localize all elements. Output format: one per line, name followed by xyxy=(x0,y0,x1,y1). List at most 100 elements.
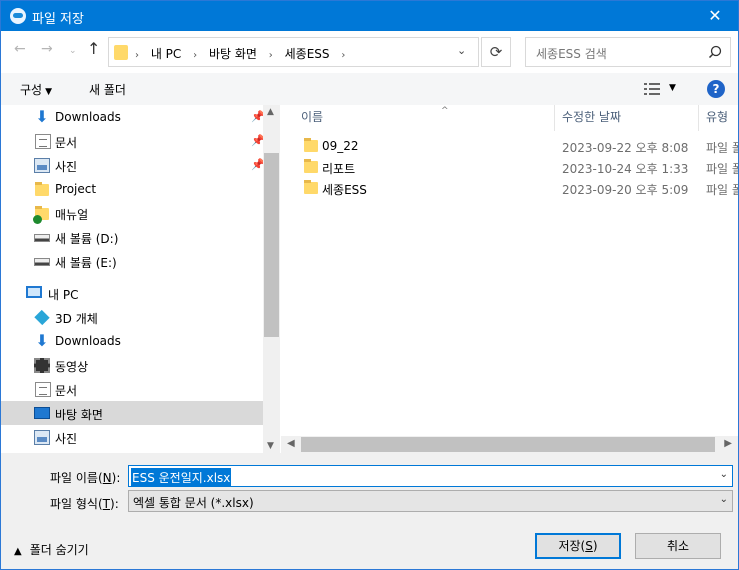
sync-check-icon xyxy=(33,215,42,224)
column-name-label: 이름 xyxy=(301,110,324,124)
breadcrumb-separator[interactable]: › xyxy=(341,50,345,61)
filetype-select[interactable]: 엑셀 통합 문서 (*.xlsx) ⌄ xyxy=(128,490,733,512)
new-folder-button[interactable]: 새 폴더 xyxy=(89,81,126,98)
view-caret-down-icon[interactable]: ▼ xyxy=(669,83,676,93)
search-input[interactable]: 세종ESS 검색 xyxy=(525,37,731,67)
tree-item-downloads[interactable]: ⬇ Downloads xyxy=(1,329,263,353)
tree-item-3d-objects[interactable]: 3D 개체 xyxy=(1,305,263,329)
tree-item-label: 3D 개체 xyxy=(55,312,98,326)
tree-item-documents[interactable]: 문서 xyxy=(1,377,263,401)
column-divider[interactable] xyxy=(698,105,699,131)
forward-button[interactable]: → xyxy=(41,41,53,57)
breadcrumb-item-desktop[interactable]: 바탕 화면 xyxy=(209,47,257,61)
file-name: 세종ESS xyxy=(322,183,367,197)
navigation-bar: ← → ⌄ ↑ › 내 PC › 바탕 화면 › 세종ESS › ⌄ ⟳ 세종E… xyxy=(1,31,738,73)
save-button[interactable]: 저장(S) xyxy=(535,533,621,559)
breadcrumb-item-this-pc[interactable]: 내 PC xyxy=(151,47,181,61)
tree-item-label: 바탕 화면 xyxy=(55,408,103,422)
breadcrumb: › 내 PC › 바탕 화면 › 세종ESS › xyxy=(135,45,353,62)
tree-item-label: 매뉴얼 xyxy=(55,208,89,222)
filetype-dropdown-chevron-icon[interactable]: ⌄ xyxy=(720,494,728,505)
list-item[interactable]: 09_22 2023-09-22 오후 8:08 파일 폴더 xyxy=(281,136,738,157)
column-header-name[interactable]: 이름 ^ xyxy=(301,105,554,131)
organize-menu-button[interactable]: 구성 ▼ xyxy=(20,81,52,98)
download-icon: ⬇ xyxy=(35,107,49,126)
address-dropdown-chevron-icon[interactable]: ⌄ xyxy=(457,44,466,57)
file-type: 파일 폴더 xyxy=(706,141,738,155)
refresh-button[interactable]: ⟳ xyxy=(481,37,511,67)
tree-item-downloads-quick[interactable]: ⬇ Downloads 📌 xyxy=(1,105,264,129)
search-icon[interactable] xyxy=(708,45,722,59)
filename-field[interactable]: ESS 운전일지.xlsx ⌄ xyxy=(128,465,733,487)
document-icon xyxy=(35,134,51,149)
scroll-down-arrow-icon[interactable]: ▼ xyxy=(267,441,274,451)
tree-item-label: 새 볼륨 (E:) xyxy=(55,256,117,270)
up-folder-button[interactable]: ↑ xyxy=(87,39,100,58)
cancel-button[interactable]: 취소 xyxy=(635,533,721,559)
scroll-left-arrow-icon[interactable]: ◀ xyxy=(287,438,295,449)
tree-item-this-pc[interactable]: 내 PC xyxy=(1,281,263,305)
tree-item-pictures[interactable]: 사진 xyxy=(1,425,263,449)
filetype-accelerator: T xyxy=(102,497,111,511)
caret-down-icon: ▼ xyxy=(45,87,53,97)
tree-item-desktop[interactable]: 바탕 화면 xyxy=(1,401,263,425)
navigation-scrollbar[interactable]: ▲ ▼ xyxy=(263,105,280,453)
file-list[interactable]: 이름 ^ 수정한 날짜 유형 09_22 2023-09-22 오후 8:08 … xyxy=(281,105,738,453)
breadcrumb-separator: › xyxy=(268,50,273,61)
help-icon[interactable]: ? xyxy=(707,80,725,98)
tree-item-pictures-quick[interactable]: 사진 📌 xyxy=(1,153,265,177)
drive-icon xyxy=(34,258,50,266)
folder-icon xyxy=(304,138,318,152)
column-header-date[interactable]: 수정한 날짜 xyxy=(562,105,621,131)
app-cloud-icon xyxy=(10,8,26,24)
close-button[interactable]: ✕ xyxy=(692,1,738,31)
recent-locations-chevron-icon[interactable]: ⌄ xyxy=(69,46,77,56)
filetype-value: 엑셀 통합 문서 (*.xlsx) xyxy=(133,496,254,510)
tree-item-videos[interactable]: 동영상 xyxy=(1,353,263,377)
save-label: 저장 xyxy=(558,539,581,553)
view-options-icon[interactable] xyxy=(644,82,660,96)
folder-sync-icon xyxy=(33,206,49,224)
filename-accelerator: N xyxy=(102,471,112,485)
address-bar[interactable]: › 내 PC › 바탕 화면 › 세종ESS › ⌄ xyxy=(108,37,479,67)
title-bar: 파일 저장 ✕ xyxy=(1,1,738,31)
list-item[interactable]: 리포트 2023-10-24 오후 1:33 파일 폴더 xyxy=(281,157,738,178)
filetype-label: 파일 형식(T): xyxy=(50,497,119,511)
organize-label: 구성 xyxy=(20,83,43,97)
scrollbar-thumb[interactable] xyxy=(301,437,715,452)
drive-icon xyxy=(34,234,50,242)
save-file-dialog: 파일 저장 ✕ ← → ⌄ ↑ › 내 PC › 바탕 화면 › 세종ESS ›… xyxy=(0,0,739,570)
tree-item-manual[interactable]: 매뉴얼 xyxy=(1,201,263,225)
tree-item-label: Project xyxy=(55,182,97,196)
download-icon: ⬇ xyxy=(35,331,49,350)
tree-item-volume-d[interactable]: 새 볼륨 (D:) xyxy=(1,225,263,249)
tree-item-volume-e[interactable]: 새 볼륨 (E:) xyxy=(1,249,263,273)
picture-icon xyxy=(34,158,50,173)
hide-folders-toggle[interactable]: ▲ 폴더 숨기기 xyxy=(14,541,89,558)
scroll-up-arrow-icon[interactable]: ▲ xyxy=(267,107,274,117)
tree-item-project[interactable]: Project xyxy=(1,177,263,201)
hide-folders-label: 폴더 숨기기 xyxy=(29,543,89,557)
column-header-type[interactable]: 유형 xyxy=(706,105,728,131)
column-type-label: 유형 xyxy=(706,110,729,124)
tree-item-label: 사진 xyxy=(55,160,78,174)
scrollbar-thumb[interactable] xyxy=(264,153,279,337)
scroll-right-arrow-icon[interactable]: ▶ xyxy=(724,438,732,449)
file-list-hscrollbar[interactable]: ◀ ▶ xyxy=(281,436,738,453)
navigation-pane[interactable]: ⬇ Downloads 📌 문서 📌 사진 📌 Project 매뉴얼 새 볼륨… xyxy=(1,105,281,453)
folder-icon xyxy=(35,182,49,196)
filename-value[interactable]: ESS 운전일지.xlsx xyxy=(131,468,232,487)
desktop-icon xyxy=(34,407,50,419)
save-accelerator: S xyxy=(585,539,593,553)
list-item[interactable]: 세종ESS 2023-09-20 오후 5:09 파일 폴더 xyxy=(281,178,738,199)
column-divider[interactable] xyxy=(554,105,555,131)
breadcrumb-separator: › xyxy=(193,50,198,61)
tree-item-documents-quick[interactable]: 문서 📌 xyxy=(1,129,265,153)
tree-item-label: Downloads xyxy=(55,110,121,124)
back-button[interactable]: ← xyxy=(14,41,26,57)
filename-dropdown-chevron-icon[interactable]: ⌄ xyxy=(720,469,728,480)
breadcrumb-item-sejong-ess[interactable]: 세종ESS xyxy=(285,47,330,61)
tree-item-label: 동영상 xyxy=(55,360,89,374)
filename-label: 파일 이름(N): xyxy=(50,471,121,485)
search-placeholder: 세종ESS 검색 xyxy=(536,47,607,61)
